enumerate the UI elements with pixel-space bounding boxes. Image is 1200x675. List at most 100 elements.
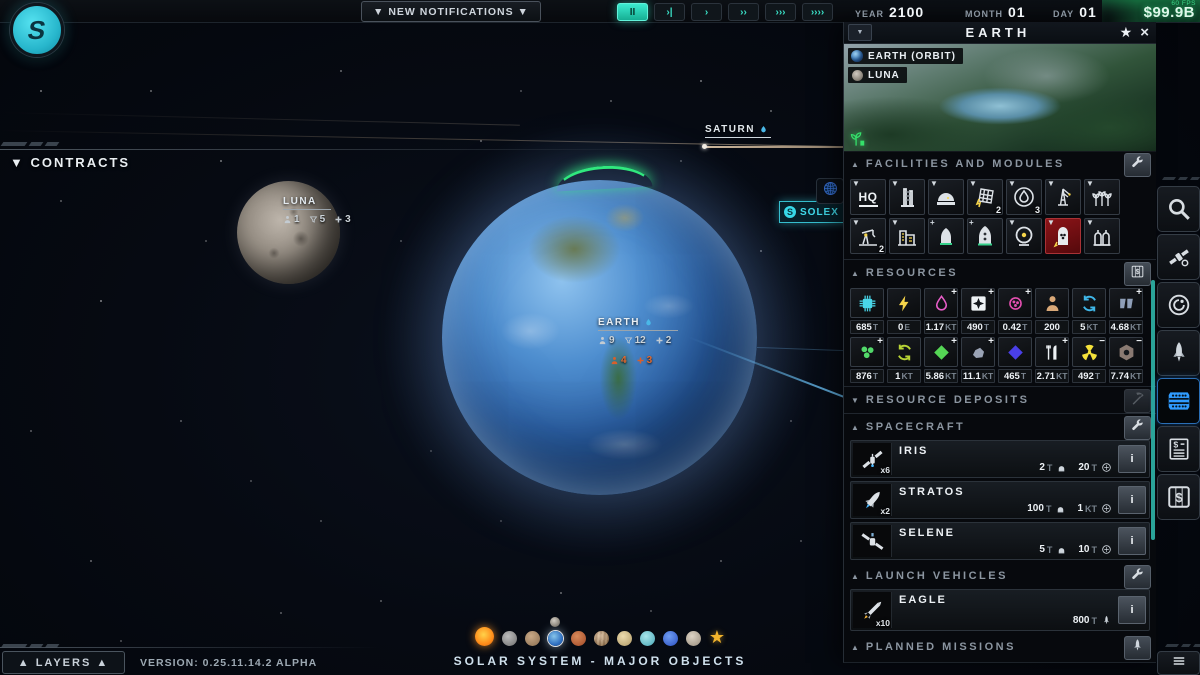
planet-button[interactable]: [640, 631, 655, 646]
section-launch-vehicles-header[interactable]: ▲ LAUNCH VEHICLES: [844, 564, 1156, 588]
section-facilities-header[interactable]: ▲ FACILITIES AND MODULES: [844, 152, 1156, 176]
facility-tile[interactable]: ▼ 2: [850, 218, 886, 254]
time-speed-button[interactable]: ››: [728, 3, 759, 21]
location-tab[interactable]: LUNA: [848, 67, 907, 83]
trade-resources-button[interactable]: $: [1124, 262, 1151, 286]
launch-vehicle-row[interactable]: x10 EAGLE 800T i: [850, 589, 1150, 631]
facility-tile[interactable]: ▼: [889, 218, 925, 254]
planet-button[interactable]: [617, 631, 632, 646]
build-facility-button[interactable]: [1124, 153, 1151, 177]
resource-icon: [969, 294, 988, 313]
planet-button[interactable]: [571, 631, 586, 646]
fuel-icon: [1101, 503, 1112, 514]
section-resources-header[interactable]: ▲ RESOURCES $: [844, 261, 1156, 285]
spacecraft-row[interactable]: x6 IRIS 2T 20T i: [850, 440, 1150, 478]
info-button[interactable]: i: [1118, 527, 1146, 555]
map-stat: 5: [309, 214, 326, 225]
resource-cell[interactable]: + 876T: [850, 337, 884, 383]
toolbar-button[interactable]: [1157, 330, 1200, 376]
section-spacecraft-header[interactable]: ▲ SPACECRAFT: [844, 415, 1156, 439]
planet-button[interactable]: [594, 631, 609, 646]
facility-tile[interactable]: ▼: [1084, 179, 1120, 215]
facility-tile[interactable]: ▼: [928, 179, 964, 215]
resource-cell[interactable]: − 492T: [1072, 337, 1106, 383]
facility-tile[interactable]: ▼: [1045, 179, 1081, 215]
mine-deposits-button[interactable]: [1124, 389, 1151, 413]
resource-cell[interactable]: 1KT: [887, 337, 921, 383]
info-button[interactable]: i: [1118, 445, 1146, 473]
spacecraft-row[interactable]: SELENE 5T 10T i: [850, 522, 1150, 560]
facility-tile[interactable]: ▼: [1084, 218, 1120, 254]
contracts-header[interactable]: ▼ CONTRACTS: [10, 155, 130, 170]
planet-button[interactable]: [686, 631, 701, 646]
panel-scrollbar[interactable]: [1151, 280, 1155, 540]
solex-station-tag[interactable]: S SOLEX: [779, 201, 851, 223]
earth-map-label[interactable]: EARTH 9122 43: [598, 317, 678, 366]
time-speed-button[interactable]: ›|: [654, 3, 685, 21]
facility-tile[interactable]: ▼: [889, 179, 925, 215]
info-button[interactable]: i: [1118, 596, 1146, 624]
facility-tile[interactable]: ▼ 2: [967, 179, 1003, 215]
facility-tile[interactable]: +: [967, 218, 1003, 254]
favorite-star-icon[interactable]: ★: [1120, 24, 1133, 41]
time-speed-button[interactable]: ››››: [802, 3, 833, 21]
saturn-label-name: SATURN: [705, 124, 771, 138]
section-deposits-header[interactable]: ▼ RESOURCE DEPOSITS: [844, 388, 1156, 412]
facility-tile[interactable]: ▼ 3: [1006, 179, 1042, 215]
layers-button[interactable]: ▲ LAYERS ▲: [2, 651, 125, 674]
planet-button[interactable]: [525, 631, 540, 646]
resource-cell[interactable]: − 7.74KT: [1109, 337, 1143, 383]
planet-button[interactable]: [475, 627, 494, 646]
panel-collapse-button[interactable]: ▼: [848, 24, 872, 41]
time-speed-button[interactable]: ›: [691, 3, 722, 21]
resource-cell[interactable]: 5KT: [1072, 288, 1106, 334]
planet-button[interactable]: ★: [709, 629, 725, 646]
resource-cell[interactable]: + 4.68KT: [1109, 288, 1143, 334]
resource-cell[interactable]: 200: [1035, 288, 1069, 334]
resource-cell[interactable]: + 2.71KT: [1035, 337, 1069, 383]
location-tab[interactable]: EARTH (ORBIT): [848, 48, 963, 64]
notifications-button[interactable]: ▼ NEW NOTIFICATIONS ▼: [361, 1, 541, 22]
time-speed-button[interactable]: ›››: [765, 3, 796, 21]
resource-cell[interactable]: + 1.17KT: [924, 288, 958, 334]
facility-tile[interactable]: ▼: [1045, 218, 1081, 254]
toolbar-button[interactable]: $: [1157, 426, 1200, 472]
menu-button[interactable]: [1157, 651, 1200, 675]
resource-cell[interactable]: + 5.86KT: [924, 337, 958, 383]
planet-button[interactable]: [502, 631, 517, 646]
info-button[interactable]: i: [1118, 486, 1146, 514]
build-launch-vehicle-button[interactable]: [1124, 565, 1151, 589]
resource-cell[interactable]: + 490T: [961, 288, 995, 334]
globe-view-button[interactable]: [816, 178, 844, 204]
build-spacecraft-button[interactable]: [1124, 416, 1151, 440]
resource-cell[interactable]: 685T: [850, 288, 884, 334]
map-stat-orange: 3: [636, 355, 653, 366]
map-stat-icon: [309, 215, 318, 224]
resource-cell[interactable]: + 0.42T: [998, 288, 1032, 334]
money-display[interactable]: 60 FPS $99.9B: [1102, 0, 1200, 22]
plan-mission-button[interactable]: [1124, 636, 1151, 660]
close-icon[interactable]: ×: [1140, 24, 1149, 41]
resource-cell[interactable]: 465T: [998, 337, 1032, 383]
toolbar-button[interactable]: [1157, 234, 1200, 280]
spacecraft-row[interactable]: x2 STRATOS 100T 1KT i: [850, 481, 1150, 519]
money-value: $99.9B: [1144, 4, 1195, 21]
toolbar-button[interactable]: [1157, 378, 1200, 424]
facility-tile[interactable]: ▼ HQ: [850, 179, 886, 215]
time-speed-button[interactable]: II: [617, 3, 648, 21]
facility-icon: [1012, 185, 1036, 209]
saturn-map-label[interactable]: SATURN: [705, 124, 771, 138]
resource-cell[interactable]: 0E: [887, 288, 921, 334]
toolbar-button[interactable]: [1157, 282, 1200, 328]
facility-tile[interactable]: +: [928, 218, 964, 254]
toolbar-button[interactable]: [1157, 186, 1200, 232]
toolbar-button[interactable]: $: [1157, 474, 1200, 520]
planet-button[interactable]: [548, 631, 563, 646]
planet-button[interactable]: [663, 631, 678, 646]
luna-map-label[interactable]: LUNA 153: [283, 196, 351, 225]
company-logo[interactable]: S: [10, 3, 64, 57]
resource-cell[interactable]: + 11.1KT: [961, 337, 995, 383]
section-planned-missions-header[interactable]: ▲ PLANNED MISSIONS: [844, 635, 1156, 659]
facility-tile[interactable]: ▼: [1006, 218, 1042, 254]
toolbar-icon: [1166, 292, 1192, 318]
